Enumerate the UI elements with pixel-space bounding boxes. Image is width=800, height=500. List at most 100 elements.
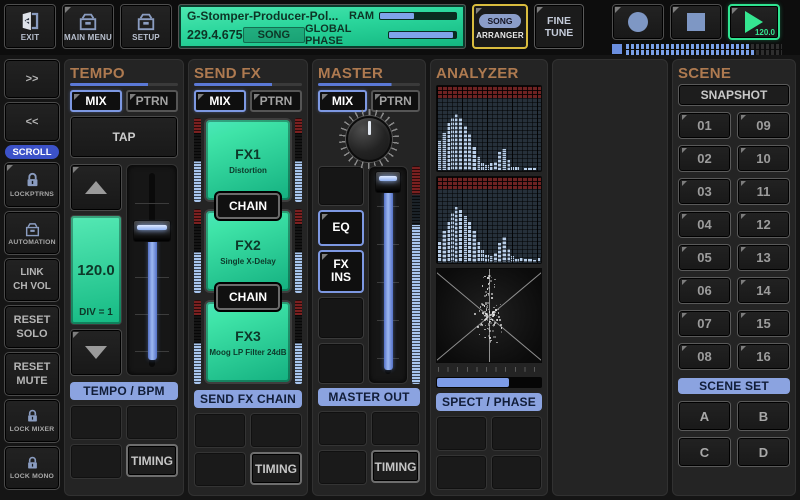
tempo-ptrn-tab[interactable]: PTRN — [126, 90, 178, 112]
fx-insert-button[interactable]: FX INS — [318, 250, 364, 293]
scene-header: SCENE — [678, 65, 790, 82]
spectrum-bar — [481, 250, 484, 262]
scroll-back-button[interactable]: << — [4, 102, 60, 142]
tempo-timing-button[interactable]: TIMING — [126, 444, 178, 477]
tempo-fader[interactable] — [126, 164, 178, 376]
eq-button[interactable]: EQ — [318, 210, 364, 246]
scene-set-button-c[interactable]: C — [678, 437, 731, 467]
song-arranger-toggle[interactable]: SONG ARRANGER — [472, 4, 528, 49]
scroll-forward-button[interactable]: >> — [4, 59, 60, 99]
level-meter — [194, 209, 201, 293]
master-knob[interactable] — [346, 116, 392, 162]
scene-slot-button-13[interactable]: 13 — [737, 244, 790, 271]
spectrum-bar — [455, 114, 458, 171]
scene-slot-button-07[interactable]: 07 — [678, 310, 731, 337]
phase-dot — [486, 306, 488, 308]
scene-set-button-a[interactable]: A — [678, 401, 731, 431]
slider-track[interactable] — [436, 377, 542, 388]
lock-mixer-button[interactable]: LOCK MIXER — [4, 399, 60, 443]
scene-slot-button-15[interactable]: 15 — [737, 310, 790, 337]
fx2-slot[interactable]: FX2 Single X-Delay — [204, 209, 292, 293]
scene-slot-button-11[interactable]: 11 — [737, 178, 790, 205]
fader-handle[interactable] — [375, 171, 401, 193]
empty-slot[interactable] — [318, 343, 364, 384]
song-position-bar[interactable] — [612, 43, 782, 55]
phase-dot — [487, 277, 488, 278]
scene-slot-button-01[interactable]: 01 — [678, 112, 731, 139]
header-underline — [194, 83, 302, 86]
lock-mono-button[interactable]: LOCK MONO — [4, 446, 60, 490]
lock-mono-label: LOCK MONO — [10, 473, 54, 480]
scene-slot-button-09[interactable]: 09 — [737, 112, 790, 139]
empty-slot[interactable] — [250, 413, 302, 448]
snapshot-button[interactable]: SNAPSHOT — [678, 84, 790, 106]
empty-slot[interactable] — [491, 416, 542, 451]
scene-slot-button-16[interactable]: 16 — [737, 343, 790, 370]
scene-slot-button-04[interactable]: 04 — [678, 211, 731, 238]
master-timing-button[interactable]: TIMING — [371, 450, 420, 483]
phase-dot — [482, 285, 483, 286]
master-mix-tab[interactable]: MIX — [318, 90, 367, 112]
empty-slot[interactable] — [436, 416, 487, 451]
empty-slot[interactable] — [318, 411, 367, 446]
scene-slot-button-10[interactable]: 10 — [737, 145, 790, 172]
master-fader[interactable] — [368, 166, 408, 384]
empty-slot[interactable] — [194, 413, 246, 448]
lock-patterns-button[interactable]: LOCKPTRNS — [4, 162, 60, 208]
play-button[interactable]: 120.0 — [728, 4, 780, 40]
phase-dot — [493, 336, 495, 338]
scene-slot-button-05[interactable]: 05 — [678, 244, 731, 271]
phase-dot — [486, 314, 487, 315]
setup-button[interactable]: SETUP — [120, 4, 172, 49]
scene-slot-button-12[interactable]: 12 — [737, 211, 790, 238]
empty-slot[interactable] — [126, 405, 178, 440]
chain-button-1[interactable]: CHAIN — [216, 193, 280, 219]
empty-slot[interactable] — [436, 455, 487, 490]
spectrum-bar — [533, 168, 536, 171]
analyzer-slider[interactable] — [436, 367, 542, 389]
stop-button[interactable] — [670, 4, 722, 40]
reset-solo-button[interactable]: RESET SOLO — [4, 305, 60, 349]
sendfx-mix-tab[interactable]: MIX — [194, 90, 246, 112]
spectrum-bar — [524, 168, 527, 171]
scene-slot-button-14[interactable]: 14 — [737, 277, 790, 304]
master-ptrn-tab[interactable]: PTRN — [371, 90, 420, 112]
scene-slot-button-06[interactable]: 06 — [678, 277, 731, 304]
scene-slot-button-03[interactable]: 03 — [678, 178, 731, 205]
tempo-up-button[interactable] — [70, 164, 122, 211]
empty-slot[interactable] — [318, 450, 367, 485]
scene-set-badge: SCENE SET — [678, 378, 790, 394]
song-mode-badge: SONG — [479, 14, 520, 28]
empty-slot[interactable] — [318, 166, 364, 206]
empty-slot[interactable] — [194, 452, 246, 487]
automation-button[interactable]: AUTOMATION — [4, 211, 60, 255]
fader-handle[interactable] — [133, 220, 171, 242]
sendfx-timing-button[interactable]: TIMING — [250, 452, 302, 485]
empty-slot[interactable] — [318, 297, 364, 338]
spectrum-bar — [507, 249, 510, 262]
scene-set-button-d[interactable]: D — [737, 437, 790, 467]
empty-slot[interactable] — [491, 455, 542, 490]
link-ch-vol-button[interactable]: LINK CH VOL — [4, 258, 60, 302]
scene-slot-button-02[interactable]: 02 — [678, 145, 731, 172]
chain-button-2[interactable]: CHAIN — [216, 284, 280, 310]
tempo-down-button[interactable] — [70, 329, 122, 376]
empty-slot[interactable] — [70, 444, 122, 479]
spectrum-bar — [438, 242, 441, 262]
exit-button[interactable]: EXIT — [4, 4, 56, 49]
sendfx-footer-badge: SEND FX CHAIN — [194, 390, 302, 408]
main-menu-button[interactable]: MAIN MENU — [62, 4, 114, 49]
record-button[interactable] — [612, 4, 664, 40]
tempo-mix-tab[interactable]: MIX — [70, 90, 122, 112]
fine-tune-button[interactable]: FINE TUNE — [534, 4, 584, 49]
fx1-slot[interactable]: FX1 Distortion — [204, 118, 292, 202]
sendfx-ptrn-tab[interactable]: PTRN — [250, 90, 302, 112]
reset-mute-button[interactable]: RESET MUTE — [4, 352, 60, 396]
scene-slot-button-08[interactable]: 08 — [678, 343, 731, 370]
empty-slot[interactable] — [70, 405, 122, 440]
fx3-slot[interactable]: FX3 Moog LP Filter 24dB — [204, 300, 292, 384]
tap-button[interactable]: TAP — [70, 116, 178, 158]
empty-slot[interactable] — [371, 411, 420, 446]
scene-set-button-b[interactable]: B — [737, 401, 790, 431]
automation-label: AUTOMATION — [8, 239, 55, 246]
